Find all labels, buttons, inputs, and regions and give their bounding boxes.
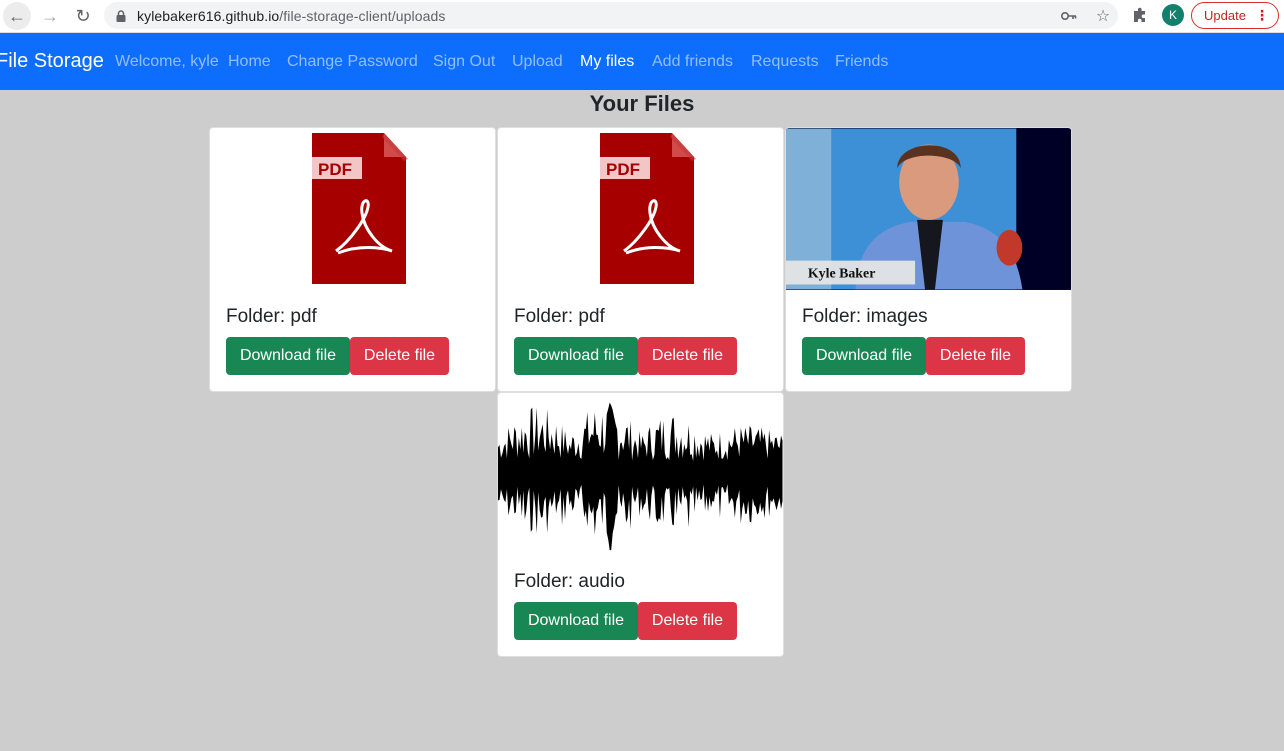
file-card: PDF Folder: pdf Download file Delete fil… [497,127,784,392]
download-file-button[interactable]: Download file [802,337,926,375]
nav-link-my-files[interactable]: My files [580,53,634,71]
folder-label: Folder: pdf [226,306,317,327]
waveform-shape [498,402,783,551]
star-bookmark-icon[interactable]: ☆ [1094,7,1112,25]
url-path: /file-storage-client/uploads [279,7,446,24]
delete-file-button[interactable]: Delete file [638,337,737,375]
pdf-file-icon: PDF [210,128,495,290]
pdf-badge-text: PDF [318,160,352,179]
profile-avatar[interactable]: K [1162,4,1184,26]
nav-link-requests[interactable]: Requests [751,53,819,71]
app-navbar: File Storage Welcome, kyle Home Change P… [0,33,1284,90]
pdf-badge-text: PDF [606,160,640,179]
kebab-menu-icon[interactable]: ⋮ [1255,6,1269,24]
page-title: Your Files [589,91,695,116]
file-card: Folder: audio Download file Delete file [497,392,784,657]
delete-file-button[interactable]: Delete file [350,337,449,375]
nav-link-change-password[interactable]: Change Password [287,53,418,71]
forward-arrow-icon[interactable]: → [36,2,64,30]
key-icon[interactable] [1060,7,1078,25]
update-label: Update [1204,8,1246,23]
folder-label: Folder: images [802,306,928,327]
extensions-puzzle-icon[interactable] [1131,6,1151,26]
update-button[interactable]: Update ⋮ [1191,2,1279,29]
url-text: kylebaker616.github.io/file-storage-clie… [137,8,446,24]
nav-link-friends[interactable]: Friends [835,53,888,71]
nav-link-sign-out[interactable]: Sign Out [433,53,495,71]
reload-icon[interactable]: ↻ [69,2,97,30]
file-card: Kyle Baker Folder: images Download file … [785,127,1072,392]
browser-toolbar: ← → ↻ kylebaker616.github.io/file-storag… [0,0,1284,33]
delete-file-button[interactable]: Delete file [926,337,1025,375]
nav-link-home[interactable]: Home [228,53,271,71]
photo-caption: Kyle Baker [808,267,876,282]
address-bar[interactable]: kylebaker616.github.io/file-storage-clie… [104,2,1118,29]
audio-waveform [498,393,783,555]
download-file-button[interactable]: Download file [514,602,638,640]
url-host: kylebaker616.github.io [137,7,280,24]
lock-icon [116,9,126,22]
brand-title[interactable]: File Storage [0,50,104,73]
delete-file-button[interactable]: Delete file [638,602,737,640]
welcome-text: Welcome, kyle [115,53,219,70]
nav-link-add-friends[interactable]: Add friends [652,53,733,71]
file-card: PDF Folder: pdf Download file Delete fil… [209,127,496,392]
folder-label: Folder: audio [514,571,625,592]
nav-link-upload[interactable]: Upload [512,53,563,71]
download-file-button[interactable]: Download file [514,337,638,375]
download-file-button[interactable]: Download file [226,337,350,375]
back-arrow-icon[interactable]: ← [3,2,31,30]
pdf-file-icon: PDF [498,128,783,290]
portrait-photo: Kyle Baker [786,128,1071,290]
folder-label: Folder: pdf [514,306,605,327]
